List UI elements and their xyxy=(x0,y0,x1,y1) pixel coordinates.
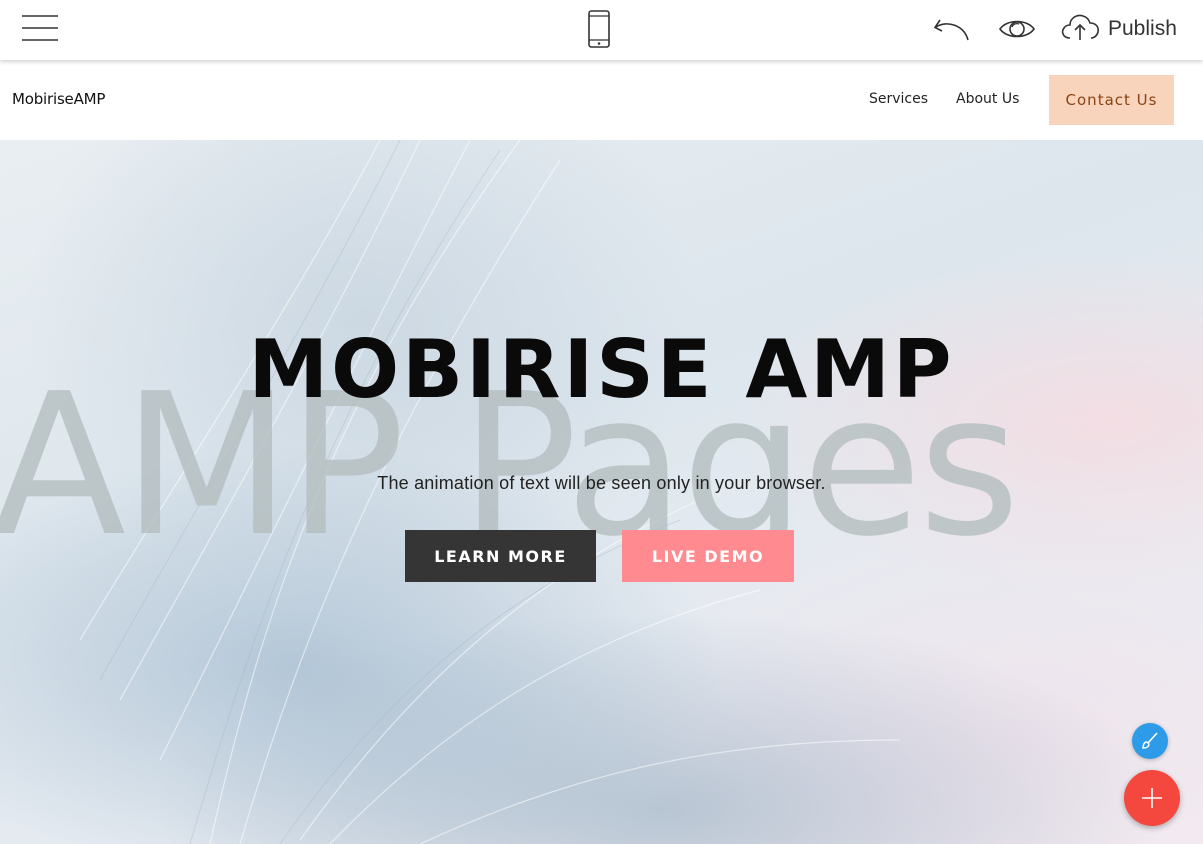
hero-title: MOBIRISE AMP xyxy=(248,323,955,416)
publish-label: Publish xyxy=(1108,17,1177,40)
site-navbar: MobiriseAMP Services About Us Contact Us xyxy=(0,60,1203,140)
paint-brush-icon[interactable] xyxy=(1132,723,1168,759)
hamburger-icon[interactable] xyxy=(18,10,62,46)
cloud-upload-icon xyxy=(1060,12,1100,47)
eye-icon[interactable] xyxy=(996,12,1038,46)
plus-icon[interactable] xyxy=(1124,770,1180,826)
live-demo-button[interactable]: LIVE DEMO xyxy=(622,530,794,582)
hero-section: AMP Pages MOBIRISE AMP The animation of … xyxy=(0,140,1203,844)
brand-name[interactable]: MobiriseAMP xyxy=(12,90,105,108)
undo-arrow-icon[interactable] xyxy=(928,12,972,46)
hero-subtitle: The animation of text will be seen only … xyxy=(377,473,826,493)
publish-button[interactable]: Publish xyxy=(1060,10,1184,48)
contact-us-button[interactable]: Contact Us xyxy=(1049,75,1174,125)
mobile-phone-icon[interactable] xyxy=(584,8,614,50)
nav-link-services[interactable]: Services xyxy=(869,91,928,107)
nav-link-about-us[interactable]: About Us xyxy=(956,91,1019,107)
editor-toolbar: Publish xyxy=(0,0,1203,60)
learn-more-button[interactable]: LEARN MORE xyxy=(405,530,596,582)
